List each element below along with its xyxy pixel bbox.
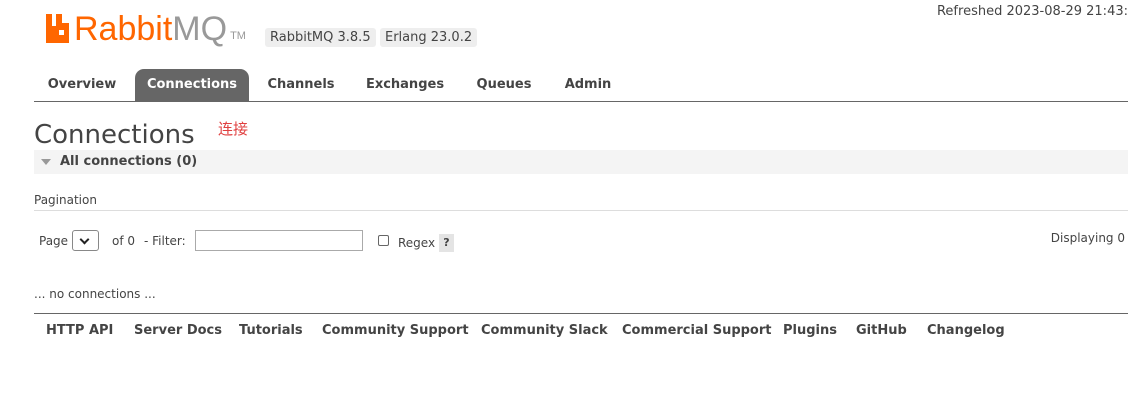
footer-link-changelog[interactable]: Changelog [927, 323, 1005, 338]
rabbitmq-logo-icon [46, 14, 69, 43]
regex-help-button[interactable]: ? [439, 234, 454, 252]
tab-queues[interactable]: Queues [466, 69, 542, 101]
main-navigation-tabs: Overview Connections Channels Exchanges … [34, 69, 1128, 102]
tab-connections[interactable]: Connections [135, 69, 249, 101]
footer-link-server-docs[interactable]: Server Docs [134, 323, 222, 338]
page-select[interactable] [72, 230, 99, 251]
pagination-controls: Page of 0 - Filter: Regex ? Displaying 0 [34, 229, 1128, 253]
logo-text-secondary: MQ [172, 10, 228, 48]
logo-text-primary: Rabbit [74, 10, 173, 48]
footer-link-community-support[interactable]: Community Support [322, 323, 469, 338]
footer-link-community-slack[interactable]: Community Slack [481, 323, 608, 338]
section-label: All connections (0) [60, 154, 198, 169]
footer-link-plugins[interactable]: Plugins [783, 323, 837, 338]
rabbitmq-management-page: Rabbit MQ TM RabbitMQ 3.8.5 Erlang 23.0.… [0, 0, 1128, 413]
erlang-version-badge: Erlang 23.0.2 [380, 28, 478, 47]
regex-label: Regex [398, 236, 436, 250]
page-count-text: of 0 [112, 234, 136, 248]
pagination-heading: Pagination [34, 193, 97, 207]
page-title: Connections [34, 120, 195, 150]
tab-exchanges[interactable]: Exchanges [356, 69, 454, 101]
footer-link-github[interactable]: GitHub [856, 323, 907, 338]
filter-label: - Filter: [144, 234, 186, 248]
pagination-divider [34, 210, 1128, 211]
tab-channels[interactable]: Channels [257, 69, 345, 101]
rabbitmq-version-badge: RabbitMQ 3.8.5 [265, 28, 376, 47]
footer-link-http-api[interactable]: HTTP API [46, 323, 113, 338]
tab-overview[interactable]: Overview [34, 69, 130, 101]
tab-admin[interactable]: Admin [554, 69, 622, 101]
footer-links: HTTP API Server Docs Tutorials Community… [34, 313, 1128, 348]
displaying-count: Displaying 0 [1050, 231, 1125, 245]
rabbitmq-logo[interactable]: Rabbit MQ TM [44, 10, 246, 46]
annotation-text: 连接 [218, 120, 249, 138]
regex-checkbox[interactable] [378, 235, 389, 246]
logo-trademark: TM [230, 30, 246, 42]
chevron-down-icon [79, 234, 90, 245]
filter-input[interactable] [195, 230, 363, 251]
empty-state-message: ... no connections ... [34, 287, 156, 301]
refreshed-timestamp: Refreshed 2023-08-29 21:43: [936, 4, 1128, 19]
page-label: Page [39, 234, 69, 248]
footer-link-tutorials[interactable]: Tutorials [239, 323, 303, 338]
collapse-triangle-icon [41, 159, 51, 165]
footer-link-commercial-support[interactable]: Commercial Support [622, 323, 772, 338]
all-connections-section-toggle[interactable]: All connections (0) [34, 150, 1128, 174]
